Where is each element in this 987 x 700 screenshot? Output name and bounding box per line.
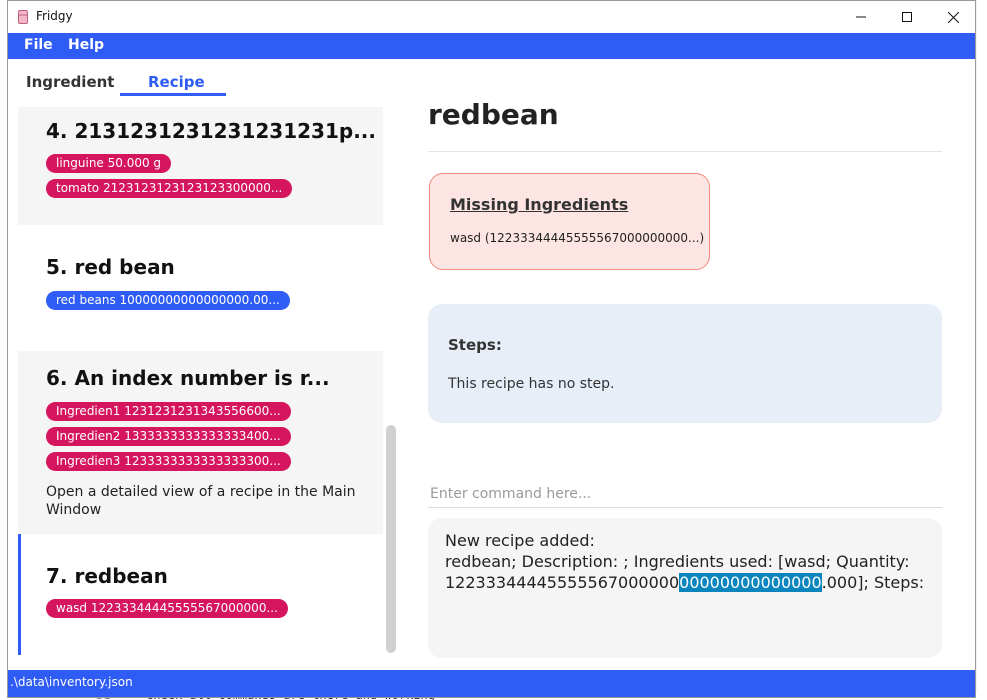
- missing-ingredients-title: Missing Ingredients: [450, 195, 629, 214]
- result-text: New recipe added: redbean; Description: ;…: [445, 530, 925, 593]
- recipe-card-title: 5. red bean: [46, 255, 175, 279]
- result-selected-text: 00000000000000: [679, 573, 822, 592]
- steps-title: Steps:: [448, 336, 502, 354]
- recipe-card-title: 4. 2131231231231231231p...: [46, 119, 376, 143]
- tab-recipe[interactable]: Recipe: [148, 73, 205, 91]
- close-button[interactable]: [930, 1, 975, 33]
- ingredient-tag: Ingredien2 1333333333333333400...: [46, 427, 291, 446]
- recipe-card[interactable]: 5. red bean red beans 10000000000000000.…: [18, 237, 383, 341]
- steps-text: This recipe has no step.: [448, 376, 615, 392]
- missing-ingredients-box: Missing Ingredients wasd (12233344445555…: [429, 173, 710, 270]
- fridge-icon: [18, 10, 28, 24]
- command-input[interactable]: [428, 481, 942, 508]
- ingredient-tag: linguine 50.000 g: [46, 154, 172, 173]
- active-tab-indicator: [120, 93, 226, 96]
- recipe-card[interactable]: 6. An index number is r... Ingredien1 12…: [18, 351, 383, 534]
- maximize-icon: [902, 12, 912, 22]
- recipe-detail-title: redbean: [428, 98, 559, 131]
- tab-bar: Ingredient Recipe: [8, 59, 975, 97]
- maximize-button[interactable]: [884, 1, 930, 33]
- missing-ingredient-item: wasd (12233344445555567000000000...): [450, 231, 705, 245]
- list-scrollbar[interactable]: [386, 425, 396, 653]
- storage-path: .\data\inventory.json: [10, 675, 133, 689]
- recipe-card[interactable]: 4. 2131231231231231231p... linguine 50.0…: [18, 107, 383, 225]
- menu-file[interactable]: File: [24, 37, 53, 53]
- menu-bar: File Help: [8, 33, 975, 59]
- recipe-card-selected[interactable]: 7. redbean wasd 12233344445555567000000.…: [18, 534, 383, 655]
- minimize-button[interactable]: [838, 1, 884, 33]
- selection-indicator: [18, 534, 21, 655]
- result-part-2: .000]; Steps:: [821, 573, 925, 592]
- ingredient-tag: tomato 2123123123123123300000...: [46, 179, 293, 198]
- window-title: Fridgy: [36, 9, 73, 23]
- tab-ingredient[interactable]: Ingredient: [26, 73, 114, 91]
- ingredient-tag: Ingredien1 1231231231343556600...: [46, 402, 291, 421]
- result-line-1: New recipe added:: [445, 531, 595, 550]
- recipe-card-title: 6. An index number is r...: [46, 366, 330, 390]
- recipe-list[interactable]: 4. 2131231231231231231p... linguine 50.0…: [18, 107, 383, 655]
- background-window-edge-right: [977, 0, 987, 700]
- steps-box: Steps: This recipe has no step.: [428, 304, 942, 423]
- close-icon: [947, 11, 959, 23]
- recipe-description: Open a detailed view of a recipe in the …: [46, 484, 356, 518]
- result-display[interactable]: New recipe added: redbean; Description: ;…: [428, 518, 942, 658]
- fridgy-window: Fridgy File Help Ingredient Recipe 4. 21…: [7, 0, 976, 698]
- detail-divider: [428, 151, 942, 152]
- title-bar[interactable]: Fridgy: [8, 1, 975, 33]
- ingredient-tag: red beans 10000000000000000.00...: [46, 291, 290, 310]
- status-bar: .\data\inventory.json: [8, 670, 975, 697]
- ingredient-tag: wasd 12233344445555567000000...: [46, 599, 288, 618]
- recipe-card-title: 7. redbean: [46, 564, 168, 588]
- minimize-icon: [856, 16, 866, 18]
- ingredient-tag: Ingredien3 1233333333333333300...: [46, 452, 291, 471]
- menu-help[interactable]: Help: [68, 37, 104, 53]
